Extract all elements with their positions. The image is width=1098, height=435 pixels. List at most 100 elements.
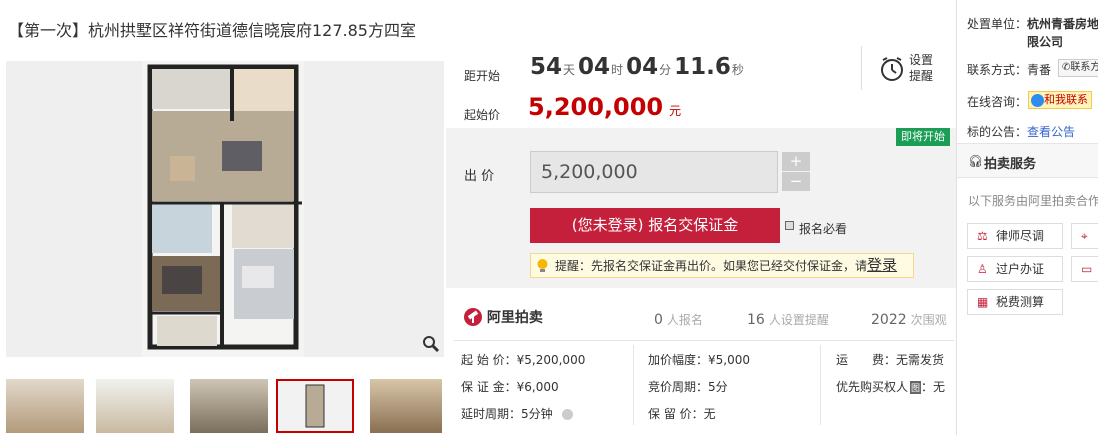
- thumbnail-5[interactable]: [370, 379, 442, 433]
- disposal-value: 杭州青番房地: [1027, 17, 1098, 31]
- divider: [820, 345, 821, 425]
- status-badge: 即将开始: [896, 128, 950, 146]
- contact-name: 青番: [1027, 63, 1052, 77]
- countdown-label: 距开始: [464, 69, 501, 83]
- message-icon: ▭: [1081, 262, 1093, 276]
- reminder-count: 16 人设置提醒: [747, 311, 829, 328]
- priority-buyer-label: 优先购买权人: [836, 380, 909, 394]
- disposal-label: 处置单位：: [967, 17, 1028, 31]
- reminder-count-label: 人设置提醒: [768, 313, 829, 327]
- remind-line-2: 提醒: [909, 69, 934, 83]
- start-price: 5,200,000 元: [528, 93, 681, 121]
- zoom-icon[interactable]: [422, 335, 440, 353]
- tax-calculator-button[interactable]: ▦ 税费测算: [967, 289, 1063, 315]
- divider: [454, 340, 954, 341]
- lawyer-due-diligence-button[interactable]: ⚖ 律师尽调: [967, 223, 1063, 249]
- thumbnail-4-selected[interactable]: [276, 379, 354, 433]
- countdown-timer: 54天 04时 04分 11.6秒: [530, 54, 747, 80]
- divider: [861, 46, 862, 90]
- bid-label: 出 价: [464, 169, 495, 184]
- countdown-minutes: 04: [626, 54, 659, 80]
- start-price-value: 5,200,000: [528, 93, 664, 121]
- service-description: 以下服务由阿里拍卖合作: [968, 194, 1098, 208]
- countdown-seconds-unit: 秒: [731, 63, 744, 77]
- chat-button-label: 和我联系: [1044, 93, 1088, 106]
- info-increment: 加价幅度：¥5,000: [648, 353, 750, 367]
- contact-button-label: 联系方: [1070, 62, 1098, 73]
- remind-line-1: 设置: [909, 53, 934, 67]
- divider: [633, 345, 634, 425]
- view-count: 2022 次围观: [871, 311, 947, 328]
- service-title: 拍卖服务: [984, 157, 1037, 172]
- tax-label: 税费测算: [996, 295, 1045, 309]
- signup-count: 0 人报名: [654, 311, 703, 328]
- main-photo[interactable]: [6, 61, 444, 357]
- lawyer-label: 律师尽调: [996, 229, 1045, 243]
- chat-icon: [1031, 93, 1044, 107]
- reminder-count-value: 16: [747, 312, 765, 328]
- view-notice-link[interactable]: 查看公告: [1027, 125, 1075, 139]
- start-price-unit: 元: [669, 104, 682, 118]
- message-button[interactable]: ▭: [1071, 256, 1098, 282]
- view-count-label: 次围观: [910, 313, 947, 327]
- login-tip: 提醒：先报名交保证金再出价。如果您已经交付保证金，请登录: [530, 253, 914, 278]
- info-reserve-price: 保 留 价：无: [648, 407, 716, 421]
- help-icon[interactable]: [562, 409, 574, 420]
- signup-count-label: 人报名: [666, 313, 703, 327]
- thumbnail-3[interactable]: [190, 379, 268, 433]
- contact-info: 联系方式：青番: [967, 61, 1051, 78]
- countdown-hours-unit: 时: [611, 63, 624, 77]
- contact-button[interactable]: ✆联系方: [1058, 59, 1098, 77]
- info-bid-period: 竞价周期：5分: [648, 380, 728, 394]
- hammer-logo-icon: [464, 308, 482, 326]
- info-priority-buyer: 优先购买权人 图：无: [836, 378, 945, 395]
- bid-decrease-button[interactable]: −: [782, 172, 810, 191]
- lightbulb-icon: [537, 259, 548, 272]
- disposal-value-line2: 限公司: [1027, 35, 1064, 49]
- countdown-days: 54: [530, 54, 563, 80]
- view-count-value: 2022: [871, 312, 907, 328]
- floorplan-image: [142, 61, 304, 357]
- contact-label: 联系方式：: [967, 63, 1028, 77]
- thumbnail-1[interactable]: [6, 379, 84, 433]
- location-button[interactable]: ⌖: [1071, 223, 1098, 249]
- set-reminder-button[interactable]: 设置 提醒: [909, 52, 933, 84]
- disposal-unit: 处置单位：杭州青番房地: [967, 15, 1098, 32]
- notice-row: 标的公告：查看公告: [967, 123, 1075, 140]
- countdown-days-unit: 天: [563, 63, 576, 77]
- transfer-label: 过户办证: [996, 262, 1045, 276]
- priority-badge-icon[interactable]: 图: [910, 381, 922, 394]
- must-read-link[interactable]: 报名必看: [799, 220, 847, 237]
- countdown-minutes-unit: 分: [659, 63, 672, 77]
- info-deposit: 保 证 金：¥6,000: [461, 380, 559, 394]
- signup-count-value: 0: [654, 312, 663, 328]
- service-header: 🎧︎ 拍卖服务: [957, 143, 1098, 178]
- priority-buyer-value: ：无: [921, 380, 946, 394]
- location-icon: ⌖: [1081, 229, 1088, 243]
- info-delay-period: 延时周期：5分钟: [461, 405, 574, 422]
- document-icon: [785, 221, 794, 230]
- transfer-icon: ♙: [977, 262, 988, 276]
- thumbnail-2[interactable]: [96, 379, 174, 433]
- start-price-label: 起始价: [464, 108, 501, 122]
- notice-label: 标的公告：: [967, 125, 1028, 139]
- tip-text: 提醒：先报名交保证金再出价。如果您已经交付保证金，请: [555, 259, 868, 273]
- info-shipping: 运 费：无需发货: [836, 353, 945, 367]
- page-title: 【第一次】杭州拱墅区祥符街道德信晓宸府127.85方四室: [8, 21, 416, 40]
- delay-period-text: 延时周期：5分钟: [461, 407, 553, 421]
- signup-deposit-button[interactable]: (您未登录) 报名交保证金: [530, 208, 780, 243]
- calculator-icon: ▦: [977, 295, 989, 309]
- info-start-price: 起 始 价：¥5,200,000: [461, 353, 586, 367]
- transfer-title-button[interactable]: ♙ 过户办证: [967, 256, 1063, 282]
- platform-logo: 阿里拍卖: [463, 307, 543, 327]
- alarm-clock-icon[interactable]: [879, 56, 905, 82]
- countdown-hours: 04: [578, 54, 611, 80]
- bid-increase-button[interactable]: +: [782, 152, 810, 171]
- bid-amount-input[interactable]: 5,200,000: [530, 151, 778, 193]
- login-link[interactable]: 登录: [867, 256, 897, 274]
- sidebar-divider: [956, 0, 957, 435]
- chat-button[interactable]: 和我联系: [1028, 91, 1092, 109]
- platform-name: 阿里拍卖: [486, 310, 543, 326]
- consult-label: 在线咨询：: [967, 95, 1028, 109]
- headset-icon: 🎧︎: [968, 154, 984, 168]
